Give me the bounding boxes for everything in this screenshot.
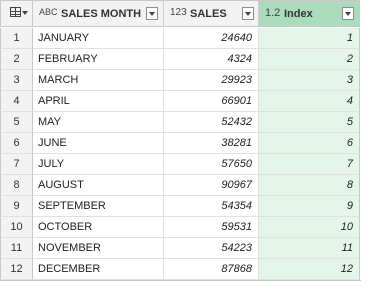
index-cell[interactable]: 12 xyxy=(259,259,360,280)
sales-month-cell[interactable]: JUNE xyxy=(33,133,164,154)
index-cell[interactable]: 5 xyxy=(259,112,360,133)
table-icon xyxy=(10,7,28,21)
decimal-type-icon[interactable]: 1.2 xyxy=(265,7,280,19)
table-row[interactable]: 11 NOVEMBER 54223 11 xyxy=(0,238,366,259)
row-number[interactable]: 7 xyxy=(0,154,33,175)
table-row[interactable]: 8 AUGUST 90967 8 xyxy=(0,175,366,196)
column-header-label: SALES xyxy=(190,8,227,20)
sales-cell[interactable]: 54223 xyxy=(164,238,259,259)
table-row[interactable]: 9 SEPTEMBER 54354 9 xyxy=(0,196,366,217)
sales-cell[interactable]: 59531 xyxy=(164,217,259,238)
filter-dropdown-icon[interactable] xyxy=(146,7,158,20)
sales-cell[interactable]: 90967 xyxy=(164,175,259,196)
row-number[interactable]: 10 xyxy=(0,217,33,238)
row-number[interactable]: 4 xyxy=(0,91,33,112)
table-row[interactable]: 3 MARCH 29923 3 xyxy=(0,70,366,91)
sales-cell[interactable]: 52432 xyxy=(164,112,259,133)
row-number[interactable]: 11 xyxy=(0,238,33,259)
table-row[interactable]: 4 APRIL 66901 4 xyxy=(0,91,366,112)
sales-cell[interactable]: 57650 xyxy=(164,154,259,175)
index-cell[interactable]: 1 xyxy=(259,28,360,49)
table-menu-button[interactable] xyxy=(0,0,33,27)
sales-month-cell[interactable]: JANUARY xyxy=(33,28,164,49)
grid-bottom-border xyxy=(0,280,361,281)
sales-month-cell[interactable]: MAY xyxy=(33,112,164,133)
query-data-grid: ABC SALES MONTH 123 SALES 1.2 Index 1 JAN… xyxy=(0,0,366,281)
sales-cell[interactable]: 38281 xyxy=(164,133,259,154)
sales-cell[interactable]: 29923 xyxy=(164,70,259,91)
row-number[interactable]: 6 xyxy=(0,133,33,154)
table-row[interactable]: 6 JUNE 38281 6 xyxy=(0,133,366,154)
table-row[interactable]: 12 DECEMBER 87868 12 xyxy=(0,259,366,280)
row-number[interactable]: 5 xyxy=(0,112,33,133)
row-number[interactable]: 3 xyxy=(0,70,33,91)
index-cell[interactable]: 3 xyxy=(259,70,360,91)
table-row[interactable]: 5 MAY 52432 5 xyxy=(0,112,366,133)
column-header-label: SALES MONTH xyxy=(61,8,142,20)
index-cell[interactable]: 4 xyxy=(259,91,360,112)
grid-header: ABC SALES MONTH 123 SALES 1.2 Index xyxy=(0,0,366,28)
table-row[interactable]: 1 JANUARY 24640 1 xyxy=(0,28,366,49)
sales-month-cell[interactable]: DECEMBER xyxy=(33,259,164,280)
row-number[interactable]: 9 xyxy=(0,196,33,217)
sales-cell[interactable]: 54354 xyxy=(164,196,259,217)
index-cell[interactable]: 8 xyxy=(259,175,360,196)
index-cell[interactable]: 7 xyxy=(259,154,360,175)
table-row[interactable]: 2 FEBRUARY 4324 2 xyxy=(0,49,366,70)
sales-month-cell[interactable]: APRIL xyxy=(33,91,164,112)
sales-month-cell[interactable]: AUGUST xyxy=(33,175,164,196)
sales-month-cell[interactable]: FEBRUARY xyxy=(33,49,164,70)
text-type-icon[interactable]: ABC xyxy=(39,7,58,17)
sales-month-cell[interactable]: MARCH xyxy=(33,70,164,91)
index-cell[interactable]: 11 xyxy=(259,238,360,259)
sales-cell[interactable]: 87868 xyxy=(164,259,259,280)
filter-dropdown-icon[interactable] xyxy=(242,7,254,20)
sales-cell[interactable]: 66901 xyxy=(164,91,259,112)
index-cell[interactable]: 9 xyxy=(259,196,360,217)
index-cell[interactable]: 10 xyxy=(259,217,360,238)
sales-cell[interactable]: 4324 xyxy=(164,49,259,70)
table-row[interactable]: 7 JULY 57650 7 xyxy=(0,154,366,175)
sales-cell[interactable]: 24640 xyxy=(164,28,259,49)
row-number[interactable]: 2 xyxy=(0,49,33,70)
row-number[interactable]: 1 xyxy=(0,28,33,49)
column-header-sales[interactable]: 123 SALES xyxy=(164,0,259,27)
table-row[interactable]: 10 OCTOBER 59531 10 xyxy=(0,217,366,238)
column-header-sales-month[interactable]: ABC SALES MONTH xyxy=(33,0,164,27)
filter-dropdown-icon[interactable] xyxy=(342,7,354,20)
row-number[interactable]: 8 xyxy=(0,175,33,196)
sales-month-cell[interactable]: OCTOBER xyxy=(33,217,164,238)
grid-body: 1 JANUARY 24640 1 2 FEBRUARY 4324 2 3 MARCH 29923 3… xyxy=(0,28,366,280)
column-header-label: Index xyxy=(284,8,313,20)
sales-month-cell[interactable]: JULY xyxy=(33,154,164,175)
whole-number-type-icon[interactable]: 123 xyxy=(170,7,187,18)
sales-month-cell[interactable]: SEPTEMBER xyxy=(33,196,164,217)
index-cell[interactable]: 6 xyxy=(259,133,360,154)
index-cell[interactable]: 2 xyxy=(259,49,360,70)
sales-month-cell[interactable]: NOVEMBER xyxy=(33,238,164,259)
row-number[interactable]: 12 xyxy=(0,259,33,280)
column-header-index[interactable]: 1.2 Index xyxy=(259,0,360,27)
